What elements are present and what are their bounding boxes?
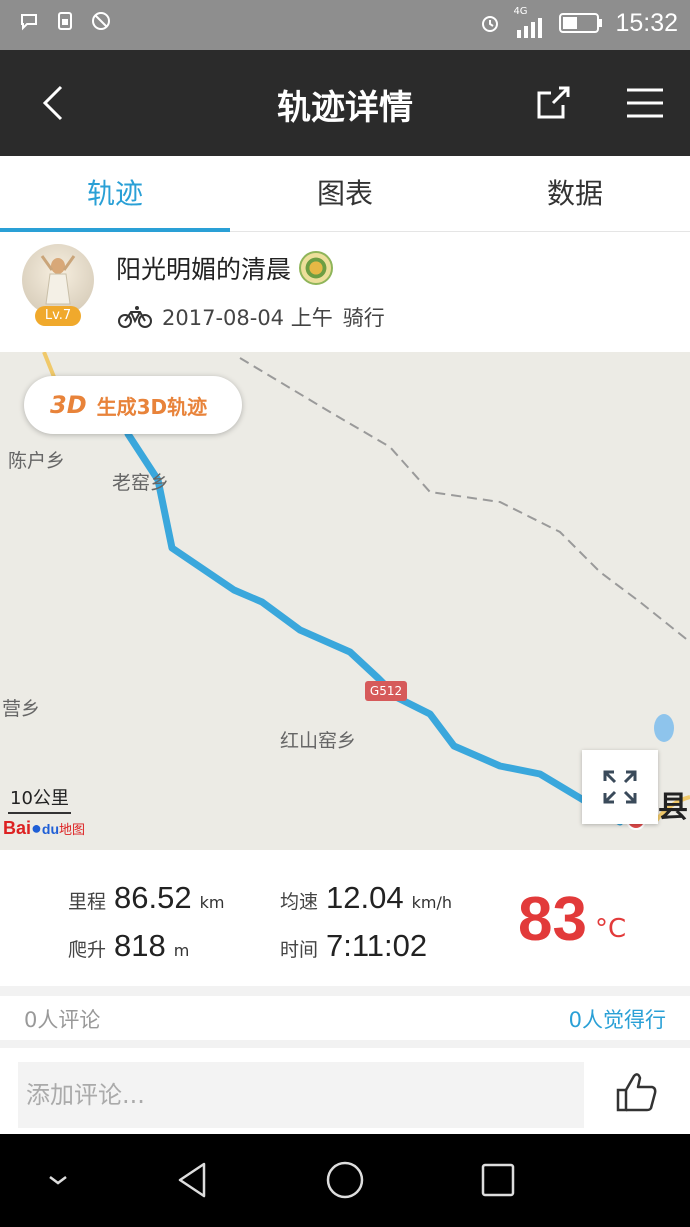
generate-3d-track-label: 生成3D轨迹 <box>96 394 208 419</box>
medal-icon <box>299 251 334 285</box>
temperature: 83 °C <box>518 888 626 952</box>
activity-type: 骑行 <box>342 306 385 330</box>
tab-data[interactable]: 数据 <box>460 156 690 231</box>
alarm-icon <box>482 16 499 32</box>
nav-back-button[interactable] <box>172 1160 212 1200</box>
map-scale: 10公里 <box>8 784 71 814</box>
county-label: 县 <box>658 790 688 825</box>
circle-home-icon <box>326 1161 364 1199</box>
stat-unit: km <box>199 893 225 912</box>
app-header: 轨迹详情 <box>0 50 690 156</box>
like-button[interactable] <box>612 1068 660 1116</box>
status-bar: 4G 15:32 <box>0 0 690 50</box>
logo-suffix: 地图 <box>59 822 86 837</box>
stat-label: 爬升 <box>68 939 107 961</box>
level-badge: Lv.7 <box>35 306 81 326</box>
stat-value: 86.52 <box>114 880 192 915</box>
tab-chart[interactable]: 图表 <box>230 156 460 231</box>
menu-icon <box>627 88 663 118</box>
stat-unit: m <box>173 941 190 960</box>
comment-count[interactable]: 0人评论 <box>24 1004 100 1034</box>
stat-value: 818 <box>114 928 166 963</box>
stat-label: 里程 <box>68 891 107 913</box>
stat-climb: 爬升 818 m <box>68 928 189 964</box>
activity-date: 2017-08-04 上午 <box>162 306 333 330</box>
tab-bar: 轨迹 图表 数据 <box>0 156 690 232</box>
system-nav-bar <box>0 1134 690 1227</box>
blocked-icon <box>92 12 110 30</box>
route-line <box>124 430 624 826</box>
logo-text: Bai <box>3 818 32 838</box>
menu-button[interactable] <box>620 78 670 128</box>
clock: 15:32 <box>615 8 678 37</box>
stat-speed: 均速 12.04 km/h <box>280 880 452 916</box>
share-button[interactable] <box>528 78 578 128</box>
user-name[interactable]: 阳光明媚的清晨 <box>116 250 291 286</box>
sim-card-icon <box>58 12 72 30</box>
route-map[interactable]: 3D 生成3D轨迹 陈户乡 老窑乡 营乡 红山窑乡 G512 县 10公里 Ba… <box>0 352 690 850</box>
place-label: 陈户乡 <box>8 450 66 472</box>
social-row: 0人评论 0人觉得行 <box>0 996 690 1040</box>
bicycle-icon <box>118 306 152 328</box>
fullscreen-button[interactable] <box>582 750 658 824</box>
stat-time: 时间 7:11:02 <box>280 928 427 964</box>
logo-du: du <box>41 821 59 837</box>
user-name-row: 阳光明媚的清晨 <box>116 250 334 286</box>
nav-recents-button[interactable] <box>478 1160 518 1200</box>
expand-icon <box>603 770 637 804</box>
stat-value: 7:11:02 <box>326 928 428 963</box>
activity-meta: 2017-08-04 上午 骑行 <box>118 302 385 332</box>
place-label: 营乡 <box>2 698 41 720</box>
paw-icon: ● <box>31 818 42 838</box>
share-icon <box>537 86 570 119</box>
stat-distance: 里程 86.52 km <box>68 880 224 916</box>
place-label: 红山窑乡 <box>280 730 357 752</box>
3d-icon: 3D <box>50 391 87 419</box>
stat-value: 12.04 <box>326 880 404 915</box>
comment-input[interactable]: 添加评论... <box>18 1062 584 1128</box>
baidu-map-logo: Bai●du地图 <box>3 818 85 839</box>
place-label: 老窑乡 <box>112 472 170 494</box>
temperature-value: 83 <box>518 885 587 954</box>
battery-icon <box>559 13 603 33</box>
generate-3d-track-button[interactable]: 3D 生成3D轨迹 <box>24 376 242 434</box>
nav-collapse-button[interactable] <box>38 1160 78 1200</box>
stat-unit: km/h <box>411 893 452 912</box>
nav-home-button[interactable] <box>325 1160 365 1200</box>
stat-label: 均速 <box>280 891 319 913</box>
ride-stats: 里程 86.52 km 均速 12.04 km/h 爬升 818 m 时间 7:… <box>0 850 690 986</box>
comment-bar: 添加评论... <box>0 1048 690 1134</box>
square-recents-icon <box>481 1163 515 1197</box>
chat-bubble-icon <box>21 14 37 31</box>
user-info: Lv.7 阳光明媚的清晨 2017-08-04 上午 骑行 <box>0 232 690 352</box>
page-title: 轨迹详情 <box>277 88 413 128</box>
like-count[interactable]: 0人觉得行 <box>569 1004 666 1034</box>
chevron-down-icon <box>49 1176 67 1185</box>
stat-label: 时间 <box>280 939 319 961</box>
temperature-unit: °C <box>594 914 627 944</box>
thumbs-up-icon <box>616 1073 657 1112</box>
signal-icon: 4G <box>513 6 547 38</box>
triangle-back-icon <box>178 1162 206 1198</box>
tab-track[interactable]: 轨迹 <box>0 156 230 232</box>
road-sign: G512 <box>365 681 407 701</box>
